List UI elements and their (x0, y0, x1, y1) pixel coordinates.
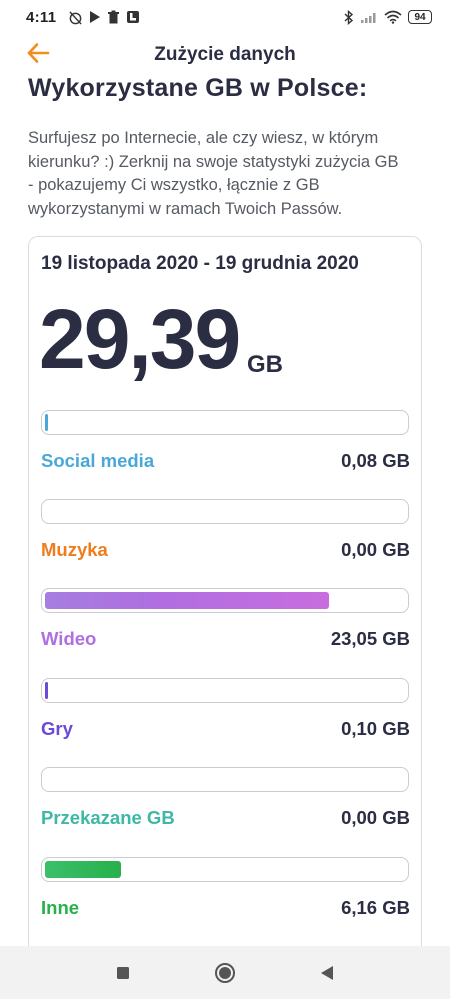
battery-level: 94 (414, 11, 426, 23)
home-circle-icon[interactable] (210, 958, 240, 988)
category-value: 0,10 GB (341, 718, 410, 739)
intro-text: Surfujesz po Internecie, ale czy wiesz, … (28, 129, 399, 218)
back-triangle-icon[interactable] (312, 958, 342, 988)
usage-bar-track (41, 588, 409, 613)
usage-bar-track (41, 857, 409, 882)
usage-bar-track (41, 678, 409, 703)
signal-icon (360, 11, 378, 24)
usage-bar-fill (45, 861, 121, 878)
category-value: 0,00 GB (341, 539, 410, 560)
category-label: Inne (41, 897, 80, 918)
alarm-off-icon (68, 10, 83, 25)
bluetooth-icon (344, 9, 354, 25)
app-header: Zużycie danych (0, 34, 450, 76)
system-navigation-bar (0, 946, 450, 999)
status-bar: 4:11 94 (0, 0, 450, 34)
category-label: Przekazane GB (41, 807, 175, 828)
trash-icon (107, 10, 120, 24)
category-value: 0,00 GB (341, 807, 410, 828)
status-bar-left: 4:11 (26, 9, 140, 26)
wifi-icon (384, 10, 402, 24)
category-value: 0,08 GB (341, 450, 410, 471)
category-value: 23,05 GB (330, 628, 410, 649)
usage-bar-fill (45, 592, 330, 609)
usage-bar-track (41, 410, 409, 435)
category-value: 6,16 GB (341, 897, 410, 918)
play-icon (89, 10, 101, 24)
battery-icon: 94 (408, 10, 432, 24)
total-usage-unit: GB (247, 351, 283, 378)
category-other: Inne 6,16 GB (41, 857, 411, 947)
total-usage-value: 29,39 (39, 292, 241, 386)
category-shared-gb: Przekazane GB 0,00 GB (41, 767, 411, 857)
usage-bar-track (41, 499, 409, 524)
category-video: Wideo 23,05 GB (41, 588, 411, 678)
recents-square-icon[interactable] (108, 958, 138, 988)
category-games: Gry 0,10 GB (41, 678, 411, 768)
category-label: Muzyka (41, 539, 108, 560)
page-title: Zużycie danych (154, 44, 296, 65)
category-label: Social media (41, 450, 155, 471)
usage-period: 19 listopada 2020 - 19 grudnia 2020 (41, 253, 359, 274)
section-title: Wykorzystane GB w Polsce: (28, 74, 368, 102)
app-notification-icon (126, 10, 140, 24)
category-label: Wideo (41, 628, 97, 649)
status-bar-right: 94 (344, 9, 432, 25)
usage-bar-track (41, 767, 409, 792)
usage-card: 19 listopada 2020 - 19 grudnia 2020 29,3… (28, 236, 422, 956)
category-social-media: Social media 0,08 GB (41, 410, 411, 500)
category-label: Gry (41, 718, 73, 739)
category-music: Muzyka 0,00 GB (41, 499, 411, 589)
status-time: 4:11 (26, 8, 57, 26)
usage-bar-fill (45, 682, 48, 699)
usage-bar-fill (45, 414, 48, 431)
